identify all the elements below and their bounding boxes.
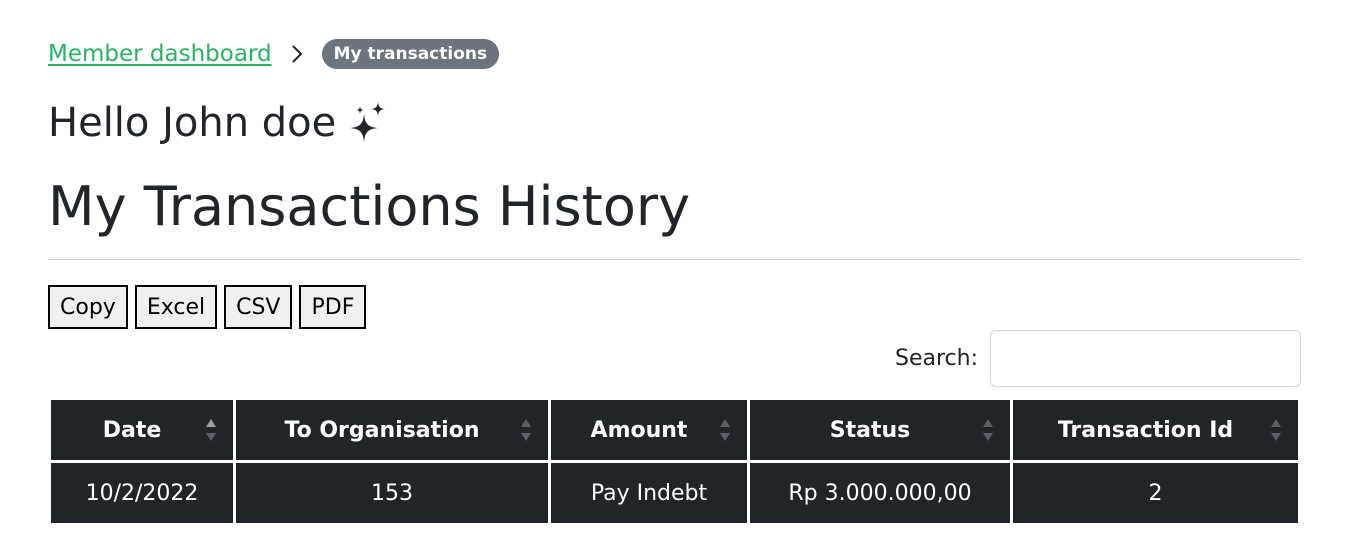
table-row: 10/2/2022 153 Pay Indebt Rp 3.000.000,00… — [51, 463, 1298, 523]
search-row: Search: — [895, 330, 1301, 387]
cell-to-organisation: 153 — [236, 463, 548, 523]
column-header-label: Transaction Id — [1057, 417, 1234, 443]
column-header-status[interactable]: Status — [750, 400, 1010, 460]
page: Member dashboard My transactions Hello J… — [0, 0, 1349, 556]
sort-arrows-icon — [720, 419, 730, 441]
chevron-right-icon — [282, 38, 312, 70]
sparkles-icon — [348, 100, 388, 146]
sort-arrows-icon — [521, 419, 531, 441]
copy-button[interactable]: Copy — [48, 285, 128, 329]
search-input[interactable] — [990, 330, 1301, 387]
cell-status: Rp 3.000.000,00 — [750, 463, 1010, 523]
page-title: My Transactions History — [48, 175, 691, 238]
divider — [48, 259, 1301, 260]
cell-date: 10/2/2022 — [51, 463, 233, 523]
column-header-amount[interactable]: Amount — [551, 400, 747, 460]
cell-amount: Pay Indebt — [551, 463, 747, 523]
greeting-heading: Hello John doe — [48, 96, 388, 150]
transactions-table: Date To Organisation Amount Status Trans… — [48, 397, 1301, 526]
excel-button[interactable]: Excel — [134, 285, 218, 329]
csv-button[interactable]: CSV — [224, 285, 293, 329]
search-label: Search: — [895, 346, 978, 371]
cell-transaction-id: 2 — [1013, 463, 1298, 523]
column-header-label: Amount — [590, 417, 688, 443]
breadcrumb-current-badge: My transactions — [321, 39, 500, 69]
column-header-label: Status — [829, 417, 911, 443]
column-header-to-organisation[interactable]: To Organisation — [236, 400, 548, 460]
sort-arrows-icon — [983, 419, 993, 441]
breadcrumb: Member dashboard My transactions — [48, 38, 500, 70]
column-header-label: Date — [102, 417, 162, 443]
column-header-date[interactable]: Date — [51, 400, 233, 460]
sort-arrows-icon — [206, 419, 216, 441]
breadcrumb-link-member-dashboard[interactable]: Member dashboard — [48, 41, 272, 67]
export-buttons: Copy Excel CSV PDF — [48, 285, 367, 329]
sort-arrows-icon — [1271, 419, 1281, 441]
table-header-row: Date To Organisation Amount Status Trans… — [51, 400, 1298, 460]
column-header-label: To Organisation — [284, 417, 480, 443]
pdf-button[interactable]: PDF — [299, 285, 367, 329]
greeting-text: Hello John doe — [48, 100, 337, 146]
column-header-transaction-id[interactable]: Transaction Id — [1013, 400, 1298, 460]
